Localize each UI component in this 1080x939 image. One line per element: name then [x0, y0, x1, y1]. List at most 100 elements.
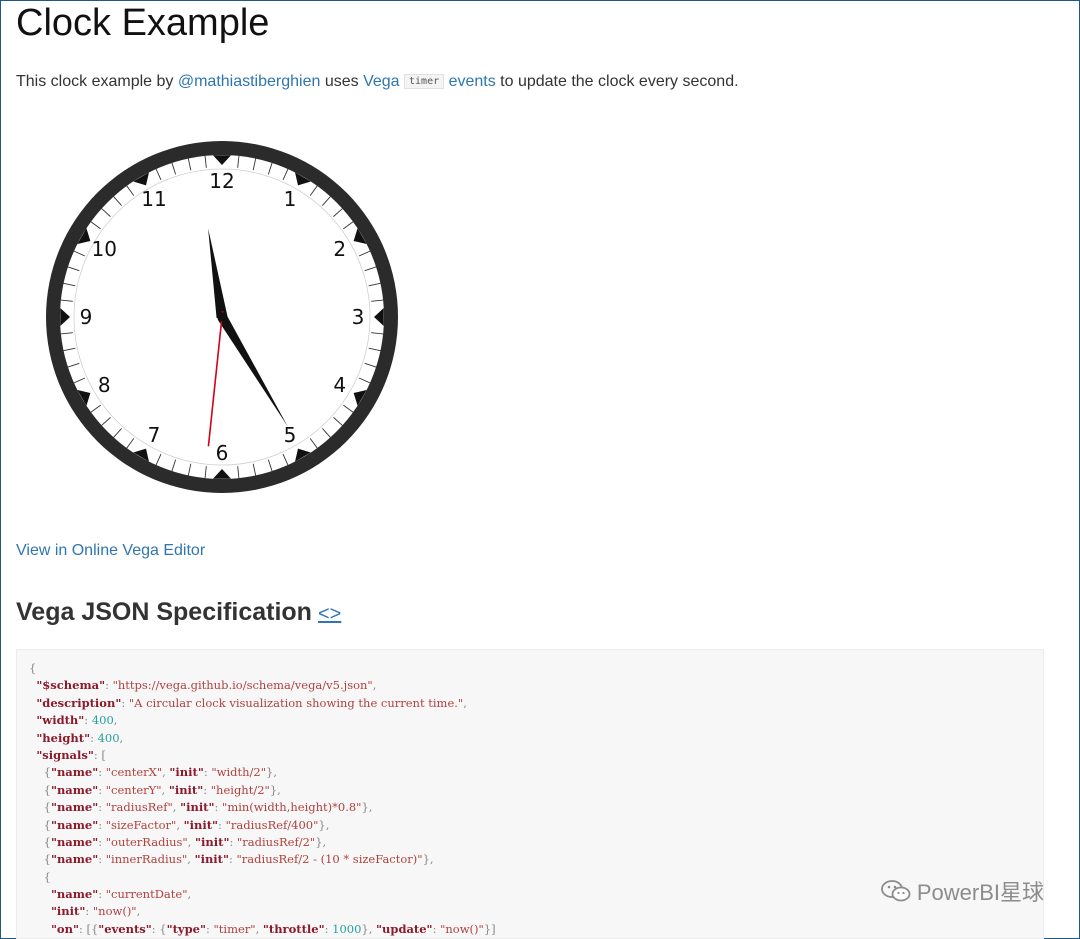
code-token: {	[29, 661, 37, 675]
code-token: "centerY"	[105, 782, 162, 797]
code-token: ,	[136, 904, 141, 919]
code-token: {	[29, 765, 51, 780]
code-token: "radiusRef/400"	[225, 817, 319, 832]
code-token: "type"	[166, 921, 206, 936]
code-line: "width": 400,	[29, 712, 1031, 729]
code-token: :	[98, 817, 106, 832]
code-token: :	[203, 782, 211, 797]
code-token: "init"	[169, 765, 204, 780]
code-token: 1000	[332, 921, 362, 936]
code-token: ,	[113, 713, 118, 728]
code-token: "radiusRef/2 - (10 * sizeFactor)"	[236, 852, 423, 867]
code-token: "name"	[50, 887, 99, 902]
watermark: PowerBI星球	[880, 875, 1044, 907]
code-token: "init"	[50, 904, 86, 919]
code-token: {	[29, 817, 51, 832]
wechat-icon	[880, 880, 911, 902]
clock-numeral: 5	[284, 423, 297, 447]
code-token: ,	[255, 921, 263, 936]
code-token: {	[29, 869, 51, 884]
code-token: "init"	[195, 834, 230, 849]
intro-paragraph: This clock example by @mathiastiberghien…	[16, 73, 739, 91]
code-token: :	[98, 782, 106, 797]
clock-numeral: 12	[209, 169, 234, 193]
code-token: :	[214, 800, 223, 815]
code-token: :	[98, 800, 106, 815]
clock-numeral: 4	[333, 373, 346, 397]
clock-svg: 121234567891011	[46, 141, 398, 493]
code-token: ,	[172, 800, 181, 815]
code-token: ,	[463, 695, 467, 710]
spec-anchor-link[interactable]: <>	[318, 603, 341, 625]
code-token: "outerRadius"	[105, 834, 188, 849]
clock-numeral: 6	[216, 441, 229, 465]
online-editor-link[interactable]: View in Online Vega Editor	[16, 542, 205, 560]
code-token: "A circular clock visualization showing …	[128, 695, 464, 710]
code-token: "on"	[50, 921, 79, 936]
code-token: }]	[483, 921, 496, 936]
code-line: "height": 400,	[29, 730, 1031, 747]
code-token: "name"	[50, 765, 99, 780]
code-token: "name"	[50, 782, 99, 797]
spec-heading: Vega JSON Specification <>	[16, 598, 341, 627]
code-token: "https://vega.github.io/schema/vega/v5.j…	[112, 678, 373, 693]
watermark-text: PowerBI星球	[916, 880, 1044, 905]
code-token: :	[98, 834, 106, 849]
code-token: ,	[176, 817, 184, 832]
code-token: "radiusRef/2"	[236, 834, 316, 849]
code-token: : [{	[78, 921, 99, 936]
clock-numeral: 1	[284, 187, 297, 211]
author-link[interactable]: @mathiastiberghien	[178, 73, 321, 90]
code-token: "name"	[50, 834, 99, 849]
code-token: "name"	[50, 852, 99, 867]
code-token: ,	[187, 834, 196, 849]
code-token: },	[315, 834, 327, 849]
code-token: "name"	[50, 800, 99, 815]
clock-numeral: 8	[98, 373, 111, 397]
code-token: "init"	[180, 800, 215, 815]
code-line: {"name": "centerY", "init": "height/2"},	[29, 782, 1031, 799]
code-line: {"name": "sizeFactor", "init": "radiusRe…	[29, 817, 1031, 834]
code-token: "signals"	[36, 747, 94, 762]
code-token: "innerRadius"	[105, 852, 188, 867]
code-token: :	[98, 887, 106, 902]
code-token: "radiusRef"	[105, 800, 173, 815]
timer-events-link[interactable]: timer events	[404, 73, 496, 90]
code-token: "events"	[98, 921, 152, 936]
vega-link[interactable]: Vega	[363, 73, 399, 90]
code-token: },	[269, 782, 281, 797]
code-token: "currentDate"	[105, 887, 188, 902]
code-line: {"name": "centerX", "init": "width/2"},	[29, 764, 1031, 781]
code-token: "timer"	[213, 921, 256, 936]
clock-numeral: 3	[352, 305, 365, 329]
code-token: ,	[161, 782, 169, 797]
intro-text-uses: uses	[320, 73, 364, 90]
code-token: :	[105, 678, 113, 693]
code-token: :	[98, 852, 106, 867]
code-line: {	[29, 660, 1031, 677]
code-token: },	[422, 852, 434, 867]
page-title: Clock Example	[16, 2, 270, 44]
clock-center-pin	[217, 312, 227, 322]
code-token: ,	[187, 852, 195, 867]
code-token: },	[266, 765, 278, 780]
code-token: "description"	[36, 695, 122, 710]
code-line: {"name": "innerRadius", "init": "radiusR…	[29, 851, 1031, 868]
code-token: : [	[93, 747, 106, 762]
code-token: },	[361, 800, 373, 815]
code-token: "name"	[50, 817, 99, 832]
code-token: "init"	[194, 852, 229, 867]
code-token: :	[218, 817, 226, 832]
clock-numeral: 11	[141, 187, 166, 211]
code-token: },	[361, 921, 377, 936]
spec-heading-text: Vega JSON Specification	[16, 598, 312, 626]
code-token: "centerX"	[105, 765, 163, 780]
clock-numeral: 10	[91, 237, 116, 261]
code-token: : {	[151, 921, 167, 936]
intro-text-after: to update the clock every second.	[495, 73, 739, 90]
code-token: :	[85, 904, 93, 919]
events-link-label: events	[448, 73, 496, 90]
code-token: :	[121, 695, 129, 710]
clock-numeral: 9	[80, 305, 93, 329]
